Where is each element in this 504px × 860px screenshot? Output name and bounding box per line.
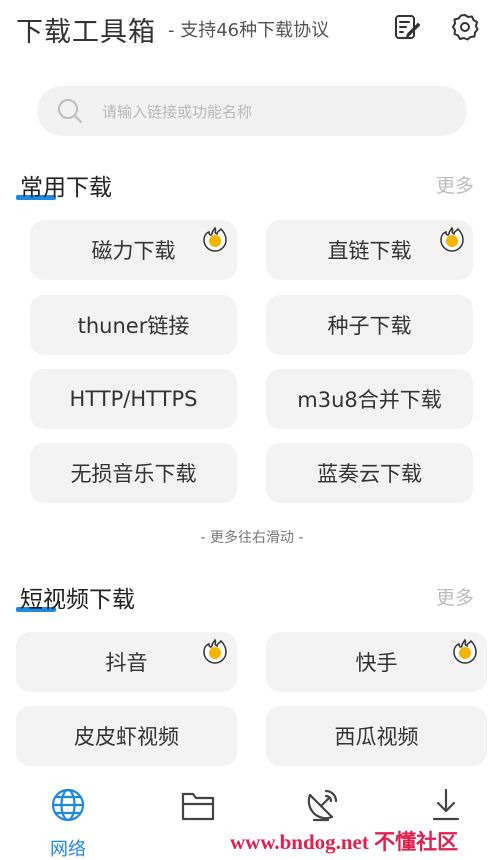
nav-item-network[interactable]: 网络 — [38, 787, 98, 860]
app-title: 下载工具箱 — [16, 17, 156, 48]
hot-icon — [202, 638, 228, 664]
gear-icon[interactable] — [450, 12, 480, 42]
nav-label-network: 网络 — [50, 839, 86, 860]
download-icon — [432, 788, 460, 821]
hot-icon — [202, 226, 228, 252]
satellite-icon — [307, 789, 338, 822]
globe-icon — [51, 788, 85, 822]
more-link-common[interactable]: 更多 — [436, 171, 474, 198]
download-button-lossless-music[interactable]: 无损音乐下载 — [30, 443, 237, 503]
download-button-pipixia[interactable]: 皮皮虾视频 — [16, 706, 237, 766]
download-button-thunder[interactable]: thuner链接 — [30, 295, 237, 355]
scroll-hint: - 更多往右滑动 - — [200, 530, 304, 546]
section-title-common: 常用下载 — [16, 168, 112, 202]
search-input[interactable]: 请输入链接或功能名称 — [102, 101, 252, 122]
watermark: www.bndog.net 不懂社区 — [230, 830, 459, 854]
search-bar[interactable]: 请输入链接或功能名称 — [37, 86, 467, 136]
hot-icon — [452, 638, 478, 664]
edit-note-icon[interactable] — [392, 12, 422, 42]
download-button-xigua[interactable]: 西瓜视频 — [266, 706, 487, 766]
app-header: 下载工具箱 - 支持46种下载协议 — [0, 0, 504, 60]
section-title-short-video: 短视频下载 — [16, 580, 135, 614]
download-button-m3u8[interactable]: m3u8合并下载 — [266, 369, 473, 429]
app-subtitle: - 支持46种下载协议 — [168, 20, 330, 41]
search-icon — [57, 98, 83, 124]
folder-icon — [181, 792, 215, 821]
nav-item-files[interactable] — [168, 787, 228, 847]
hot-icon — [439, 226, 465, 252]
download-button-torrent[interactable]: 种子下载 — [266, 295, 473, 355]
download-button-lanzou[interactable]: 蓝奏云下载 — [266, 443, 473, 503]
more-link-short-video[interactable]: 更多 — [436, 583, 474, 610]
download-button-http[interactable]: HTTP/HTTPS — [30, 369, 237, 429]
